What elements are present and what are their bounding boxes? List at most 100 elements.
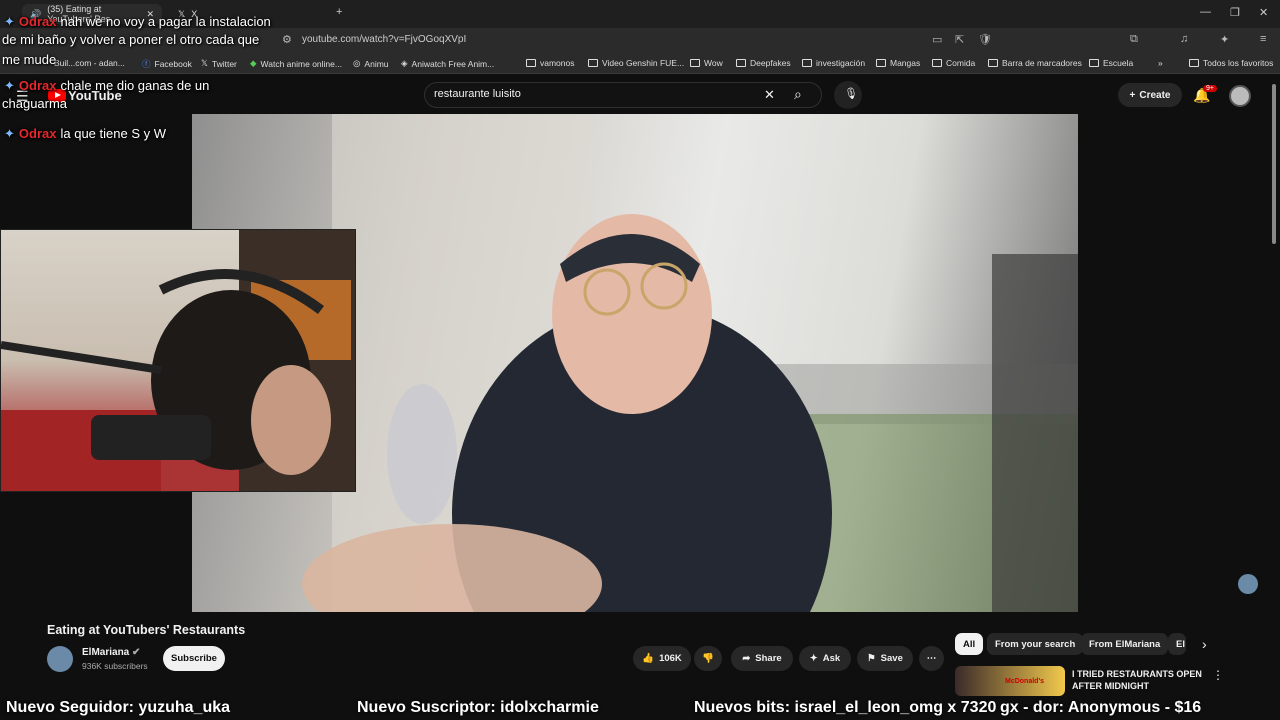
channel-avatar[interactable] [47,646,73,672]
mic-icon[interactable]: 🎙 [834,81,862,109]
minimize-icon[interactable]: — [1200,6,1211,18]
ai-icon[interactable]: ✦ [1220,33,1229,46]
bookmark-folder[interactable]: vamonos [526,58,575,68]
chevron-right-icon[interactable]: › [1202,636,1207,652]
ticker-donor: gx - dor: Anonymous - $16 [1000,699,1202,716]
chip-from-search[interactable]: From your search [987,633,1084,655]
bookmark-folder[interactable]: Deepfakes [736,58,791,68]
search-input[interactable]: restaurante luisito [434,88,521,100]
bookmark-folder[interactable]: Barra de marcadores [988,58,1082,68]
plus-icon: + [1129,89,1136,101]
like-button[interactable]: 👍 106K [633,646,691,671]
scrollbar[interactable] [1272,84,1276,244]
create-button[interactable]: + Create [1118,83,1182,107]
url-field[interactable]: youtube.com/watch?v=FjvOGoqXVpI [302,34,466,45]
bookmark-item[interactable]: Buil...com - adan... [54,58,125,68]
recommended-title[interactable]: I TRIED RESTAURANTS OPEN AFTER MIDNIGHT [1072,668,1202,692]
ask-label: Ask [822,653,841,664]
channel-watermark[interactable] [1238,574,1258,594]
save-button[interactable]: ⚑ Save [857,646,913,671]
share-button[interactable]: ➦ Share [731,646,793,671]
bookmark-label: Todos los favoritos [1203,58,1274,68]
cast-icon[interactable]: ▭ [932,33,942,46]
more-actions-button[interactable]: ⋯ [919,646,944,671]
globe-icon: ◎ [353,58,361,68]
ticker-subscriber: Nuevo Suscriptor: idolxcharmie [357,699,599,716]
chat-message: ✦ Odrax nah we no voy a pagar la instalaci… [4,14,271,30]
bookmark-folder[interactable]: Video Genshin FUE... [588,58,684,68]
chip-all[interactable]: All [955,633,984,655]
site-icon: ◆ [250,58,257,68]
bookmark-folder[interactable]: Mangas [876,58,920,68]
site-info-icon[interactable]: ⚙ [282,33,292,46]
close-window-icon[interactable]: ✕ [1259,6,1268,19]
sparkle-icon: ✦ [4,126,15,141]
extensions-icon[interactable]: ⧉ [1130,33,1138,46]
bookmark-item[interactable]: ◆ Watch anime online... [250,58,342,69]
webcam-overlay [0,229,356,492]
chat-user: Odrax [18,14,57,29]
site-icon: ◈ [401,58,408,68]
chevron-right-icon[interactable]: » [1158,58,1163,68]
ask-button[interactable]: ✦ Ask [799,646,851,671]
brave-shield-icon[interactable]: 🛡 [978,33,992,46]
create-label: Create [1139,89,1171,101]
more-icon: ⋯ [926,653,937,664]
bookmark-folder[interactable]: Todos los favoritos [1189,58,1273,68]
chat-text: nah we no voy a pagar la instalacion [60,14,271,29]
folder-icon [736,59,746,67]
bookmark-folder[interactable]: Wow [690,58,723,68]
chat-message: ✦ Odrax chale me dio ganas de un [4,78,209,94]
sparkle-icon: ✦ [4,14,15,29]
more-vertical-icon[interactable]: ⋮ [1212,668,1224,682]
bookmark-label: Comida [946,58,976,68]
verified-icon: ✔ [132,647,141,658]
chip-from-channel[interactable]: From ElMariana [1081,633,1169,655]
chat-text: me mude [2,52,57,67]
thumbnail-brand: McDonald's [1005,678,1045,685]
save-label: Save [880,653,903,664]
folder-icon [988,59,998,67]
bookmark-item[interactable]: ◈ Aniwatch Free Anim... [401,58,494,69]
bookmark-folder[interactable]: investigación [802,58,865,68]
share-label: Share [755,653,782,664]
subscribe-button[interactable]: Subscribe [163,646,225,671]
account-avatar[interactable] [1229,85,1251,107]
share-page-icon[interactable]: ⇱ [955,33,964,46]
sparkle-icon: ✦ [4,78,15,93]
bookmark-label: Barra de marcadores [1002,58,1082,68]
clear-search-icon[interactable]: ✕ [764,87,775,103]
bookmark-label: Watch anime online... [260,58,342,69]
chip-partial[interactable]: El [1168,633,1186,655]
folder-icon [802,59,812,67]
chat-text: la que tiene S y W [60,126,166,141]
chat-text: chale me dio ganas de un [60,78,210,93]
media-icon[interactable]: ♫ [1180,33,1188,45]
video-title: Eating at YouTubers' Restaurants [47,623,246,637]
chat-text: de mi baño y volver a poner el otro cada… [2,32,260,47]
channel-name-text: ElMariana [82,647,130,658]
new-tab-icon[interactable]: + [336,6,342,18]
notification-badge: 9+ [1203,85,1217,92]
bookmark-label: Twitter [211,58,237,69]
subscriber-count: 936K subscribers [82,661,148,671]
folder-icon [1089,59,1099,67]
folder-icon [526,59,536,67]
ticker-follower: Nuevo Seguidor: yuzuha_uka [6,699,231,716]
maximize-icon[interactable]: ❐ [1230,6,1240,19]
share-icon: ➦ [742,653,751,664]
bookmark-folder[interactable]: Comida [932,58,975,68]
bookmark-label: vamonos [540,58,575,68]
bookmark-label: Aniwatch Free Anim... [411,58,495,69]
folder-icon [588,59,598,67]
bookmark-item[interactable]: ⓕ Facebook [142,58,192,70]
channel-name[interactable]: ElMariana ✔ [82,647,140,658]
search-icon[interactable]: ⌕ [794,86,802,103]
menu-icon[interactable]: ≡ [1260,33,1266,45]
bookmark-folder[interactable]: Escuela [1089,58,1133,68]
facebook-icon: ⓕ [142,59,151,69]
bookmark-item[interactable]: ◎ Animu [353,58,389,69]
recommended-thumbnail[interactable]: McDonald's [955,666,1065,696]
dislike-button[interactable]: 👎 [694,646,722,671]
bookmark-item[interactable]: 𝕏 Twitter [201,58,237,69]
